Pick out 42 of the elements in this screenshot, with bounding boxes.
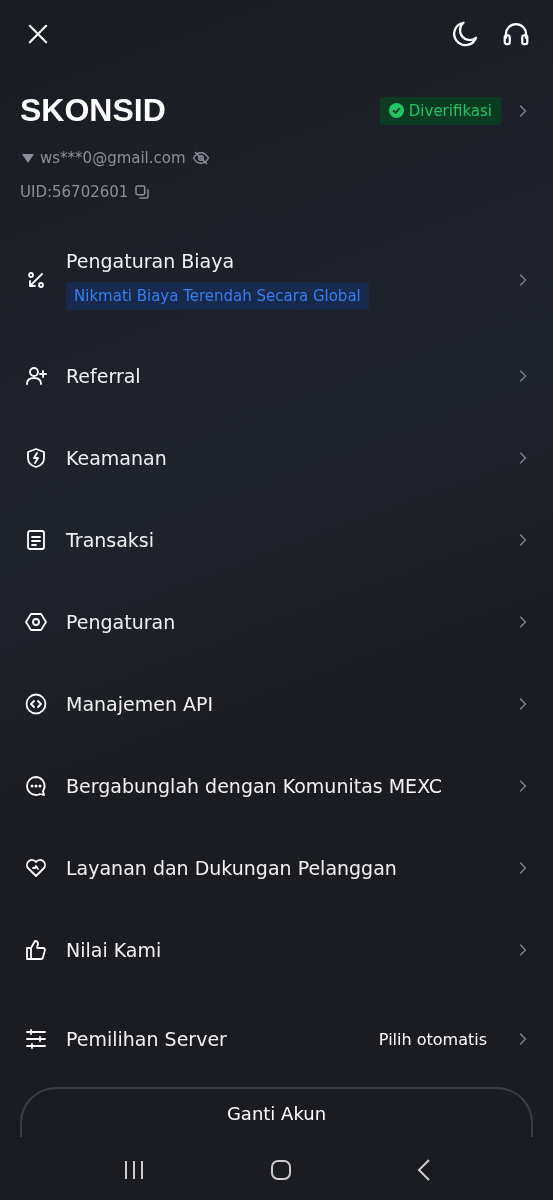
menu-label: Bergabunglah dengan Komunitas MEXC (66, 775, 444, 797)
chat-icon (24, 774, 48, 798)
menu-item[interactable]: Keamanan (0, 417, 553, 499)
eye-off-icon[interactable] (191, 149, 210, 167)
menu-value: Pilih otomatis (378, 1029, 487, 1049)
thumbs-up-icon (24, 938, 48, 962)
hexagon-icon (24, 610, 48, 634)
email-text: ws***0@gmail.com (40, 149, 186, 167)
username: SKONSID (20, 92, 166, 129)
menu-item[interactable]: Transaksi (0, 499, 553, 581)
verified-badge[interactable]: Diverifikasi (379, 96, 501, 125)
heart-icon (24, 856, 48, 880)
menu-item[interactable]: Referral (0, 335, 553, 417)
menu-item[interactable]: Manajemen API (0, 663, 553, 745)
menu-item[interactable]: Pemilihan Server Pilih otomatis (0, 991, 553, 1087)
menu-label: Transaksi (66, 529, 156, 551)
dropdown-icon[interactable] (22, 153, 34, 163)
person-add-icon (24, 364, 48, 388)
home-icon[interactable] (269, 1159, 292, 1181)
menu-item[interactable]: Nilai Kami (0, 909, 553, 991)
menu-item[interactable]: Layanan dan Dukungan Pelanggan (0, 827, 553, 909)
recent-apps-icon[interactable] (122, 1160, 145, 1180)
document-icon (24, 528, 48, 552)
menu-label: Pemilihan Server (66, 1028, 228, 1050)
sliders-icon (24, 1027, 48, 1051)
menu-label: Manajemen API (66, 693, 215, 715)
menu-label: Nilai Kami (66, 939, 163, 961)
menu-label: Layanan dan Dukungan Pelanggan (66, 857, 398, 879)
menu-label: Pengaturan (66, 611, 177, 633)
promo-tag: Nikmati Biaya Terendah Secara Global (66, 282, 369, 310)
menu-item[interactable]: Pengaturan Biaya Nikmati Biaya Terendah Secara Global (0, 225, 553, 335)
menu-label: Referral (66, 365, 142, 387)
menu-label: Keamanan (66, 447, 168, 469)
back-icon[interactable] (416, 1159, 431, 1181)
menu-item[interactable]: Pengaturan (0, 581, 553, 663)
menu-item[interactable]: Bergabunglah dengan Komunitas MEXC (0, 745, 553, 827)
shield-icon (24, 446, 48, 470)
code-icon (24, 692, 48, 716)
menu-label: Pengaturan Biaya (66, 250, 236, 272)
copy-icon[interactable] (134, 184, 151, 200)
switch-account-button[interactable]: Ganti Akun (20, 1087, 533, 1137)
uid-text: UID:56702601 (20, 183, 129, 201)
